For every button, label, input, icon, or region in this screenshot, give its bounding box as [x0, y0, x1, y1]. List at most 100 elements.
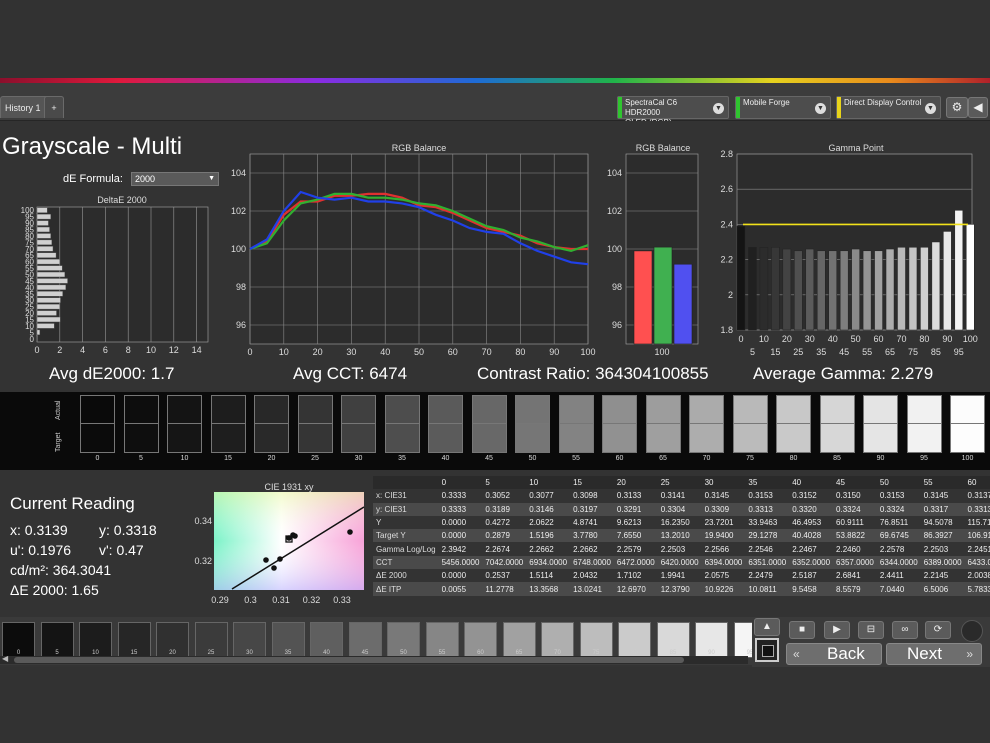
stop-button[interactable]: ■: [789, 621, 815, 639]
patch-button[interactable]: 15: [117, 622, 151, 658]
rgb-line-x-tick: 100: [580, 347, 595, 357]
patch-button[interactable]: 0: [2, 622, 35, 658]
chevron-down-icon: ▼: [925, 103, 936, 114]
de-formula-select[interactable]: 2000 ▼: [131, 172, 219, 186]
table-cell: 0.3291: [613, 502, 658, 516]
table-cell: 2.2460: [836, 544, 861, 554]
patch-button[interactable]: 25: [194, 622, 228, 658]
up-button[interactable]: ▲: [754, 618, 780, 636]
deltae-bar: [36, 284, 66, 290]
meter-name: SpectraCal C6 HDR2000: [625, 98, 678, 117]
table-cell: 0.0000: [441, 518, 467, 528]
patch-button[interactable]: 75: [579, 622, 613, 658]
table-cell: 12.6970: [613, 582, 658, 596]
actual-swatch: [950, 395, 985, 424]
meter-dropdown[interactable]: SpectraCal C6 HDR2000 OLED (RGB) ▼: [617, 96, 729, 127]
table-cell: 2.2546: [748, 544, 773, 554]
gamma-bar: [897, 247, 906, 331]
rgb-line-x-tick: 0: [247, 347, 252, 357]
patch-button[interactable]: 60: [464, 622, 497, 658]
actual-row-label: Actual: [55, 400, 62, 420]
patch-button[interactable]: 55: [425, 622, 459, 658]
deltae-bar: [36, 207, 48, 213]
patch-button[interactable]: 90: [695, 622, 728, 658]
target-swatch: [167, 424, 202, 453]
rgb-bar-y-tick: 104: [607, 168, 622, 178]
collapse-button[interactable]: ◀: [968, 97, 988, 118]
patch-button[interactable]: 80: [618, 622, 651, 658]
rgb-line-x-tick: 30: [346, 347, 356, 357]
gamma-x-tick: 10: [759, 334, 769, 344]
table-cell: 0.2537: [485, 571, 510, 581]
table-row: Y 0.0000 0.4272 2.0622 4.8741 9.6213 16.2350 23…: [373, 516, 990, 529]
table-cell: 2.2578: [879, 544, 905, 554]
table-cell: 8.5579: [833, 582, 877, 596]
gamma-x-tick: 30: [805, 334, 815, 344]
table-cell: 0.3313: [745, 502, 790, 516]
settings-button[interactable]: ⚙: [946, 97, 968, 118]
swatch-pair: 20: [254, 395, 289, 462]
deltae-bar: [36, 252, 57, 258]
table-cell: 2.2579: [616, 544, 642, 554]
rgb-line-x-tick: 60: [448, 347, 458, 357]
target-swatch: [123, 424, 159, 453]
cie-x-tick: 0.32: [303, 595, 321, 605]
actual-swatch: [254, 395, 289, 424]
rgb-line-x-tick: 50: [414, 347, 424, 357]
deltae-bar: [36, 246, 54, 252]
patch-button[interactable]: 40: [310, 622, 343, 658]
reading-x: x: 0.3139: [10, 522, 68, 538]
gamma-y-tick: 2: [728, 290, 733, 300]
deltae-bar: [36, 226, 50, 233]
table-cell: 9.6213: [616, 518, 642, 528]
back-button[interactable]: « Back: [786, 643, 882, 665]
reading-delta-e: ΔE 2000: 1.65: [10, 582, 99, 598]
swatch-pair: 90: [863, 395, 898, 462]
patch-button[interactable]: 30: [233, 622, 266, 658]
table-column-header: 35: [745, 476, 790, 490]
table-cell: 11.2778: [482, 582, 527, 596]
measurement-table-container: 05101520253035404550556065x: CIE310.3333…: [373, 476, 990, 602]
table-column-header: 60: [964, 476, 990, 490]
patch-button[interactable]: 5: [40, 622, 74, 658]
play-button[interactable]: ▶: [824, 621, 850, 639]
patch-button[interactable]: 50: [387, 622, 420, 658]
save-button[interactable]: ⊟: [858, 621, 884, 639]
swatch-level-label: 55: [572, 455, 580, 462]
table-cell: 2.5187: [792, 571, 817, 581]
patch-button[interactable]: 65: [502, 622, 536, 658]
add-tab-button[interactable]: +: [44, 96, 64, 118]
patch-button[interactable]: 70: [541, 622, 574, 658]
table-cell: 106.9125: [964, 529, 990, 543]
loop-button[interactable]: ∞: [892, 621, 918, 639]
patch-scrollbar[interactable]: ◀: [0, 654, 748, 664]
patch-button[interactable]: 20: [156, 622, 189, 658]
deltae-bar: [36, 259, 60, 265]
patch-button[interactable]: 85: [656, 622, 690, 658]
deltae-bar: [36, 310, 57, 316]
rgb-line-x-tick: 10: [279, 347, 289, 357]
cie-measurement-point: [271, 565, 277, 571]
scrollbar-thumb[interactable]: [14, 657, 684, 663]
table-cell: 1.5196: [526, 529, 571, 543]
patch-button[interactable]: 45: [348, 622, 382, 658]
refresh-button[interactable]: ⟳: [925, 621, 951, 639]
square-icon: [762, 645, 774, 657]
display-control-dropdown[interactable]: Direct Display Control ▼: [836, 96, 941, 119]
patch-button[interactable]: 35: [271, 622, 305, 658]
swatch-pair: 100: [950, 395, 985, 462]
table-cell: 0.3317: [920, 502, 965, 516]
title-area: [0, 0, 990, 78]
rgb-bar-x-tick: 100: [654, 347, 669, 357]
gamma-bar: [771, 247, 780, 331]
gamma-bar: [943, 231, 952, 331]
table-cell: 29.1278: [745, 529, 790, 543]
target-swatch: [384, 424, 420, 453]
gamma-bar: [805, 248, 815, 331]
patch-button[interactable]: 10: [79, 622, 112, 658]
actual-swatch: [471, 395, 507, 424]
deltae-bar: [36, 239, 53, 246]
stop-toggle[interactable]: [755, 638, 779, 662]
next-button[interactable]: Next »: [886, 643, 982, 665]
pattern-generator-dropdown[interactable]: Mobile Forge ▼: [735, 96, 831, 119]
